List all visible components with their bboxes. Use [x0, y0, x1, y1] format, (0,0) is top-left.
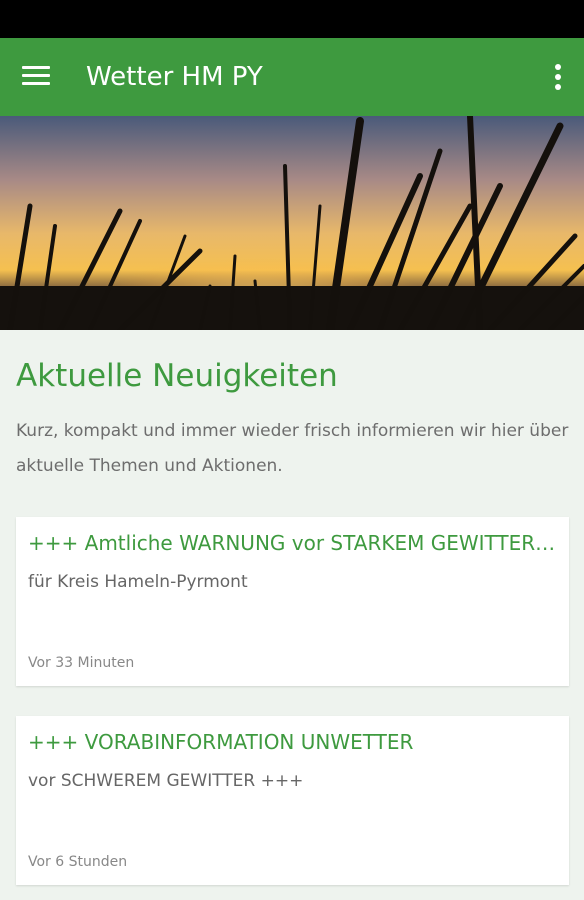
app-title: Wetter HM PY	[86, 62, 263, 92]
more-vert-icon[interactable]	[548, 62, 568, 92]
news-card-time: Vor 6 Stunden	[28, 854, 128, 870]
hamburger-menu-icon[interactable]	[22, 64, 50, 86]
news-card-subtitle: für Kreis Hameln-Pyrmont	[28, 572, 248, 592]
hero-sunset-image	[0, 116, 584, 330]
app-bar: Wetter HM PY	[0, 38, 584, 116]
news-intro: Kurz, kompakt und immer wieder frisch in…	[16, 421, 569, 476]
news-card[interactable]: +++ Amtliche WARNUNG vor STARKEM GEWITTE…	[16, 517, 569, 686]
status-bar	[0, 0, 584, 38]
news-card-subtitle: vor SCHWEREM GEWITTER +++	[28, 771, 304, 791]
news-card-time: Vor 33 Minuten	[28, 655, 135, 671]
news-heading: Aktuelle Neuigkeiten	[16, 358, 338, 394]
news-card[interactable]: +++ VORABINFORMATION UNWETTER vor SCHWER…	[16, 716, 569, 885]
news-card-title: +++ Amtliche WARNUNG vor STARKEM GEWITTE…	[28, 531, 560, 555]
news-card-title: +++ VORABINFORMATION UNWETTER	[28, 730, 414, 754]
